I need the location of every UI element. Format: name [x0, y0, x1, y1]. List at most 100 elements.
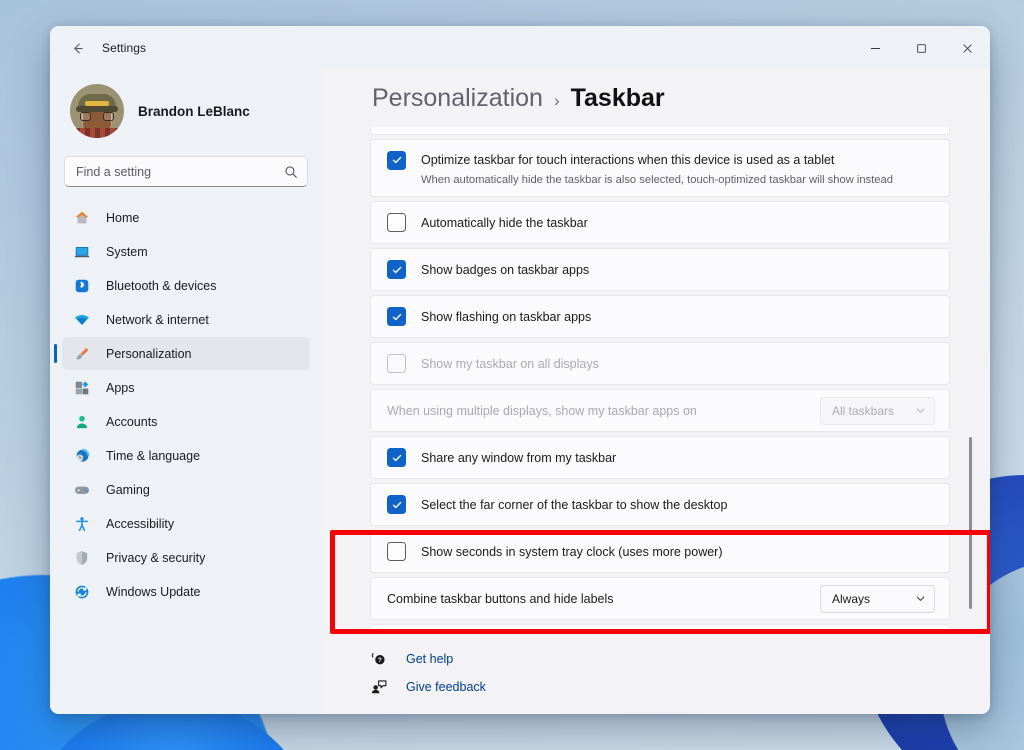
- footer-link-label: Get help: [406, 652, 454, 666]
- update-icon: [75, 585, 89, 598]
- sidebar-item-label: System: [106, 244, 148, 259]
- setting-row-combine-taskbar-buttons-and-hide-labels[interactable]: Combine taskbar buttons and hide labels A…: [370, 577, 950, 620]
- sidebar-item-label: Home: [106, 210, 140, 225]
- setting-row-share-any-window-from-my-taskbar[interactable]: Share any window from my taskbar: [370, 436, 950, 479]
- gamepad-icon: [74, 486, 90, 494]
- system-icon: [74, 246, 90, 257]
- sidebar-item-accessibility[interactable]: Accessibility: [62, 507, 310, 540]
- check-icon: [392, 266, 401, 273]
- sidebar-item-windows-update[interactable]: Windows Update: [62, 575, 310, 608]
- minimize-button[interactable]: [852, 26, 898, 70]
- sidebar-item-apps[interactable]: Apps: [62, 371, 310, 404]
- dropdown-value: Always: [832, 591, 871, 606]
- checkbox[interactable]: [387, 448, 406, 467]
- scrollbar-thumb[interactable]: [969, 437, 972, 609]
- main-content: Personalization › Taskbar Taskbar alignm…: [322, 70, 990, 714]
- checkbox: [387, 354, 406, 373]
- maximize-icon: [916, 43, 926, 53]
- account-block[interactable]: Brandon LeBlanc: [62, 70, 310, 156]
- feedback-icon: [370, 678, 388, 696]
- chevron-down-icon: [915, 405, 926, 416]
- setting-row-show-my-taskbar-on-all-displays[interactable]: Show my taskbar on all displays: [370, 342, 950, 385]
- bluetooth-icon: [75, 279, 89, 292]
- sidebar-item-label: Accounts: [106, 414, 158, 429]
- home-icon: [75, 211, 89, 223]
- setting-row-show-seconds-in-system-tray-clock-uses-more-po[interactable]: Show seconds in system tray clock (uses …: [370, 530, 950, 573]
- breadcrumb: Personalization › Taskbar: [322, 70, 990, 127]
- window-body: Brandon LeBlanc Home System Bluetooth & de…: [50, 70, 990, 714]
- sidebar-item-personalization[interactable]: Personalization: [54, 337, 310, 370]
- dropdown-value: All taskbars: [832, 403, 895, 418]
- paintbrush-icon: [76, 347, 89, 359]
- search-box[interactable]: [64, 156, 308, 187]
- sidebar-item-time-language[interactable]: Time & language: [62, 439, 310, 472]
- sidebar-item-label: Bluetooth & devices: [106, 278, 217, 293]
- svg-text:?: ?: [378, 657, 382, 664]
- setting-row-automatically-hide-the-taskbar[interactable]: Automatically hide the taskbar: [370, 201, 950, 244]
- setting-row-show-flashing-on-taskbar-apps[interactable]: Show flashing on taskbar apps: [370, 295, 950, 338]
- accessibility-icon: [72, 514, 92, 534]
- combine-taskbar-buttons-and-hide-labels-dropdown[interactable]: Always: [820, 584, 935, 613]
- setting-label: Optimize taskbar for touch interactions …: [421, 153, 835, 167]
- maximize-button[interactable]: [898, 26, 944, 70]
- wifi-icon: [72, 310, 92, 330]
- sidebar-nav: Home System Bluetooth & devices Network & i…: [54, 201, 310, 608]
- sidebar-item-label: Time & language: [106, 448, 201, 463]
- footer-links: ? Get help Give feedback: [322, 634, 990, 714]
- setting-label: Select the far corner of the taskbar to …: [421, 497, 728, 512]
- window-controls: [852, 26, 990, 70]
- page-title: Taskbar: [570, 84, 665, 112]
- sidebar-item-bluetooth-devices[interactable]: Bluetooth & devices: [62, 269, 310, 302]
- setting-row-select-the-far-corner-of-the-taskbar-to-show-t[interactable]: Select the far corner of the taskbar to …: [370, 483, 950, 526]
- setting-label: Automatically hide the taskbar: [421, 215, 588, 230]
- checkbox[interactable]: [387, 260, 406, 279]
- setting-row-taskbar-alignment[interactable]: Taskbar alignmentCenter: [370, 127, 950, 135]
- setting-row-optimize-taskbar-for-touch-interactions-when-t[interactable]: Optimize taskbar for touch interactions …: [370, 139, 950, 197]
- clock-icon: [76, 448, 90, 462]
- clock-icon: [72, 446, 92, 466]
- accessibility-icon: [76, 516, 88, 531]
- sidebar-item-system[interactable]: System: [62, 235, 310, 268]
- footer-link-get-help[interactable]: ? Get help: [370, 650, 990, 668]
- apps-icon: [72, 378, 92, 398]
- sidebar-item-accounts[interactable]: Accounts: [62, 405, 310, 438]
- checkbox[interactable]: [387, 307, 406, 326]
- sidebar-item-network-internet[interactable]: Network & internet: [62, 303, 310, 336]
- settings-scroll-area[interactable]: Taskbar alignmentCenter Optimize taskbar …: [322, 127, 990, 634]
- scrollbar[interactable]: [966, 127, 976, 634]
- chevron-down-icon: [915, 593, 926, 604]
- setting-row-show-badges-on-taskbar-apps[interactable]: Show badges on taskbar apps: [370, 248, 950, 291]
- search-input[interactable]: [76, 164, 284, 179]
- system-icon: [72, 242, 92, 262]
- checkbox[interactable]: [387, 150, 406, 170]
- footer-link-give-feedback[interactable]: Give feedback: [370, 678, 990, 696]
- setting-row-when-using-multiple-displays-show-my-taskbar-a[interactable]: When using multiple displays, show my ta…: [370, 389, 950, 432]
- shield-icon: [76, 550, 88, 565]
- setting-label: Show my taskbar on all displays: [421, 356, 599, 371]
- setting-label: Show seconds in system tray clock (uses …: [421, 544, 723, 559]
- breadcrumb-separator-icon: ›: [553, 91, 560, 110]
- help-icon: ?: [371, 653, 385, 665]
- breadcrumb-root-link[interactable]: Personalization: [372, 84, 543, 113]
- sidebar-item-label: Network & internet: [106, 312, 209, 327]
- arrow-left-icon: [73, 43, 83, 53]
- checkbox[interactable]: [387, 542, 406, 561]
- wifi-icon: [74, 314, 90, 325]
- sidebar-item-privacy-security[interactable]: Privacy & security: [62, 541, 310, 574]
- close-button[interactable]: [944, 26, 990, 70]
- bluetooth-icon: [72, 276, 92, 296]
- setting-label: Combine taskbar buttons and hide labels: [387, 591, 614, 606]
- back-button[interactable]: [60, 33, 94, 63]
- sidebar-item-label: Accessibility: [106, 516, 175, 531]
- check-icon: [392, 454, 401, 461]
- settings-window: Settings Brandon LeBlanc Find a setting …: [50, 26, 990, 714]
- checkbox[interactable]: [387, 213, 406, 232]
- checkbox[interactable]: [387, 495, 406, 514]
- chevron-down-icon: [916, 408, 925, 413]
- combine-taskbar-buttons-and-hide-labels-on-oth-dropdown[interactable]: Always: [820, 631, 935, 634]
- sidebar-item-label: Gaming: [106, 482, 150, 497]
- sidebar-item-gaming[interactable]: Gaming: [62, 473, 310, 506]
- sidebar-item-home[interactable]: Home: [62, 201, 310, 234]
- setting-row-combine-taskbar-buttons-and-hide-labels-on-oth[interactable]: Combine taskbar buttons and hide labels …: [370, 624, 950, 634]
- close-icon: [962, 43, 972, 53]
